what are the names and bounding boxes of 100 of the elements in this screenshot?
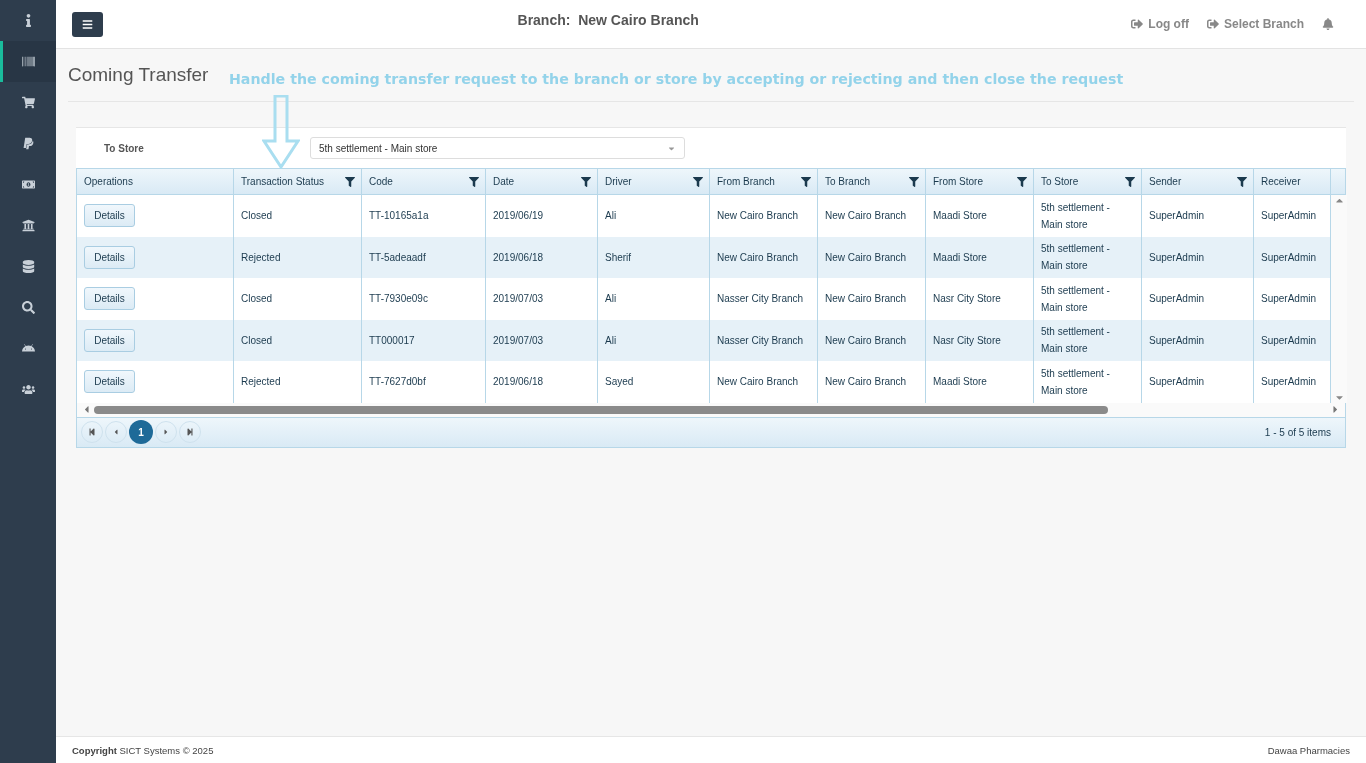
branch-title: Branch: New Cairo Branch — [516, 11, 700, 28]
filter-icon[interactable] — [1237, 176, 1247, 187]
sidebar-item[interactable] — [0, 41, 56, 82]
table-cell-text: SuperAdmin — [1261, 375, 1317, 390]
filter-icon[interactable] — [801, 176, 811, 187]
table-cell-text: 2019/06/18 — [493, 375, 544, 390]
filter-icon[interactable] — [345, 176, 355, 187]
filter-icon[interactable] — [693, 176, 703, 187]
menu-button[interactable] — [72, 11, 103, 37]
table-cell-text: Nasr City Store — [933, 292, 1001, 307]
cart-icon — [21, 96, 35, 109]
menu-icon — [82, 18, 93, 30]
table-cell-text: 2019/06/18 — [493, 250, 544, 265]
database-icon — [21, 260, 35, 273]
barcode-icon — [21, 55, 35, 68]
store-dropdown[interactable]: 5th settlement - Main store — [310, 137, 685, 159]
table-cell-text: Closed — [241, 333, 273, 348]
details-button[interactable]: Details — [84, 370, 135, 394]
copyright-text: Copyright SICT Systems © 2025 — [72, 744, 214, 756]
filter-icon[interactable] — [909, 176, 919, 187]
details-button[interactable]: Details — [84, 287, 135, 311]
table-cell-text: SuperAdmin — [1261, 250, 1317, 265]
header-link[interactable]: Log off — [1131, 17, 1189, 31]
filter-label: To Store — [104, 142, 145, 154]
column-header[interactable]: Receiver — [1254, 169, 1331, 194]
table-cell-text: New Cairo Branch — [825, 375, 907, 390]
table-cell-text: 2019/07/03 — [493, 292, 544, 307]
details-button[interactable]: Details — [84, 245, 135, 269]
table-cell-text: Ali — [605, 209, 617, 224]
column-header[interactable]: Sender — [1142, 169, 1254, 194]
table-cell-text: New Cairo Branch — [825, 292, 907, 307]
column-header[interactable]: To Branch — [818, 169, 926, 194]
details-button[interactable]: Details — [84, 204, 135, 228]
caret-right-icon — [162, 428, 170, 436]
paypal-icon — [21, 137, 35, 150]
table-cell-text: SuperAdmin — [1261, 292, 1317, 307]
page-button[interactable]: 1 — [129, 420, 153, 444]
column-header[interactable]: To Store — [1034, 169, 1142, 194]
table-cell-text: Ali — [605, 333, 617, 348]
table-cell-text: Sayed — [605, 375, 634, 390]
first-page-icon — [88, 428, 96, 436]
table-cell-text: New Cairo Branch — [717, 375, 799, 390]
money-icon — [21, 178, 35, 191]
table-cell-text: SuperAdmin — [1149, 333, 1205, 348]
table-cell-text: TT-7627d0bf — [369, 375, 426, 390]
table-cell-text: Ali — [605, 292, 617, 307]
details-button[interactable]: Details — [84, 328, 135, 352]
column-header[interactable]: Operations — [77, 169, 234, 194]
table-cell-text: New Cairo Branch — [825, 209, 907, 224]
table-cell-text: New Cairo Branch — [825, 250, 907, 265]
filter-icon[interactable] — [1125, 176, 1135, 187]
table-cell-text: 5th settlement - Main store — [1041, 242, 1111, 274]
table-cell-text: Rejected — [241, 250, 281, 265]
table-cell-text: Closed — [241, 209, 273, 224]
users-icon — [21, 383, 35, 396]
table-cell-text: New Cairo Branch — [717, 250, 799, 265]
table-cell-text: 5th settlement - Main store — [1041, 200, 1111, 232]
column-header[interactable]: Transaction Status — [234, 169, 362, 194]
filter-icon[interactable] — [469, 176, 479, 187]
column-header[interactable]: Code — [362, 169, 486, 194]
column-header[interactable]: Date — [486, 169, 598, 194]
table-cell-text: New Cairo Branch — [717, 209, 799, 224]
column-header[interactable]: From Branch — [710, 169, 818, 194]
table-cell-text: Maadi Store — [933, 209, 987, 224]
table-cell-text: Rejected — [241, 375, 281, 390]
table-cell-text: Sherif — [605, 250, 632, 265]
table-cell-text: SuperAdmin — [1149, 209, 1205, 224]
table-cell-text: SuperAdmin — [1149, 250, 1205, 265]
brand-text: Dawaa Pharmacies — [1267, 744, 1350, 756]
pager-summary: 1 - 5 of 5 items — [1264, 426, 1332, 438]
table-cell-text: 5th settlement - Main store — [1041, 325, 1111, 357]
search-icon — [21, 301, 35, 314]
table-cell-text: 2019/07/03 — [493, 333, 544, 348]
table-cell-text: Nasser City Branch — [717, 292, 804, 307]
column-header[interactable]: Driver — [598, 169, 710, 194]
table-cell-text: TT-7930e09c — [369, 292, 428, 307]
table-cell-text: Closed — [241, 292, 273, 307]
table-cell-text: Nasr City Store — [933, 333, 1001, 348]
table-cell-text: Nasser City Branch — [717, 333, 804, 348]
table-cell-text: 5th settlement - Main store — [1041, 283, 1111, 315]
table-cell-text: SuperAdmin — [1149, 375, 1205, 390]
sign-out-icon — [1131, 18, 1144, 30]
table-cell-text: Maadi Store — [933, 375, 987, 390]
header-link[interactable]: Select Branch — [1206, 17, 1304, 31]
table-cell-text: SuperAdmin — [1261, 209, 1317, 224]
filter-icon[interactable] — [581, 176, 591, 187]
table-cell-text: New Cairo Branch — [825, 333, 907, 348]
annotation-text: Handle the coming transfer request to the branch or store by accepting or rejecting and then close the request — [229, 71, 1124, 87]
column-header[interactable]: From Store — [926, 169, 1034, 194]
table-cell-text: SuperAdmin — [1261, 333, 1317, 348]
bank-icon — [21, 219, 35, 232]
table-cell-text: 5th settlement - Main store — [1041, 366, 1111, 398]
bell-icon[interactable] — [1322, 18, 1334, 30]
down-arrow-icon — [262, 95, 300, 169]
table-cell-text: 2019/06/19 — [493, 209, 544, 224]
filter-icon[interactable] — [1017, 176, 1027, 187]
sign-out-icon — [1206, 18, 1219, 30]
table-cell-text: TT000017 — [369, 333, 415, 348]
last-page-icon — [186, 428, 194, 436]
table-cell-text: SuperAdmin — [1149, 292, 1205, 307]
